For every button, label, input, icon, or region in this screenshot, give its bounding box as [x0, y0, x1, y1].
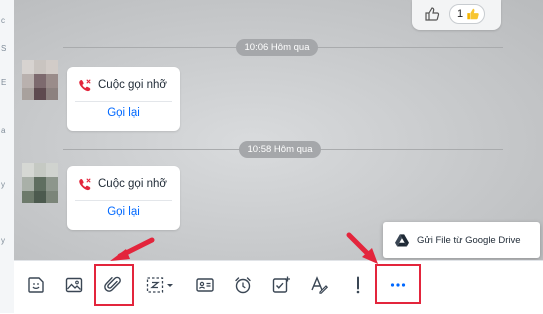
task-button[interactable]: [269, 273, 293, 297]
alarm-icon: [235, 277, 251, 294]
sidebar-fragment: S: [1, 44, 7, 53]
contact-card-button[interactable]: [193, 273, 217, 297]
sticker-button[interactable]: [24, 273, 48, 297]
avatar[interactable]: [22, 163, 58, 203]
sticker-icon: [28, 277, 44, 293]
time-separator: 10:58 Hôm qua: [239, 141, 321, 158]
card-divider: [75, 200, 172, 201]
more-arrow-annotation: [346, 232, 378, 264]
sidebar-fragment: a: [1, 126, 6, 135]
contact-card-icon: [196, 278, 214, 292]
missed-call-title: Cuộc gọi nhỡ: [98, 178, 167, 190]
screenshot-icon: [146, 277, 173, 293]
card-divider: [75, 101, 172, 102]
sidebar-fragment: c: [1, 16, 5, 25]
call-back-button[interactable]: Gọi lại: [67, 206, 180, 218]
important-icon: [356, 276, 360, 294]
missed-call-title: Cuộc gọi nhỡ: [98, 79, 167, 91]
reaction-count[interactable]: 1: [449, 4, 486, 24]
missed-call-card: Cuộc gọi nhỡ Gọi lại: [67, 67, 180, 131]
missed-call-icon: [79, 178, 91, 191]
thumbs-up-emoji-icon: [467, 8, 479, 20]
missed-call-card: Cuộc gọi nhỡ Gọi lại: [67, 166, 180, 230]
avatar[interactable]: [22, 60, 58, 100]
sidebar-fragment: y: [1, 236, 5, 245]
mark-important-button[interactable]: [346, 273, 370, 297]
google-drive-menu[interactable]: Gửi File từ Google Drive: [383, 222, 540, 258]
attach-highlight-box: [94, 264, 134, 306]
screenshot-button[interactable]: [142, 273, 178, 297]
time-separator: 10:06 Hôm qua: [236, 39, 318, 56]
sidebar-fragment: y: [1, 180, 5, 189]
more-highlight-box: [375, 264, 421, 304]
task-icon: [272, 276, 290, 293]
reminder-button[interactable]: [231, 273, 255, 297]
reaction-bar: 1: [412, 0, 501, 30]
missed-call-icon: [79, 79, 91, 92]
format-text-icon: [311, 276, 329, 294]
google-drive-icon: [395, 233, 409, 246]
format-text-button[interactable]: [307, 273, 331, 297]
attach-arrow-annotation: [110, 237, 155, 261]
image-button[interactable]: [62, 273, 86, 297]
reaction-count-value: 1: [457, 8, 464, 20]
conversation-list-strip: c S E a y y: [0, 0, 15, 313]
google-drive-menu-label: Gửi File từ Google Drive: [417, 234, 521, 246]
sidebar-fragment: E: [1, 78, 7, 87]
call-back-button[interactable]: Gọi lại: [67, 107, 180, 119]
thumbs-up-outline-icon[interactable]: [424, 6, 440, 22]
image-icon: [65, 277, 83, 293]
